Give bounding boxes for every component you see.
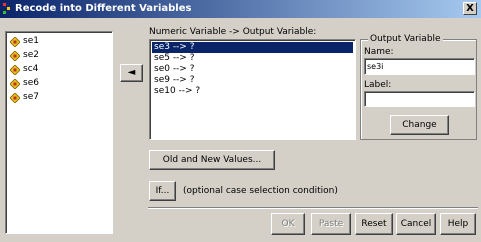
mapping-item[interactable]: se3 --> ? [152,42,353,53]
close-button[interactable]: X [463,2,477,15]
variable-name: se1 [23,36,39,46]
variable-name: sc4 [23,64,39,74]
numeric-variable-icon [10,65,20,75]
name-field-box [364,58,475,75]
variable-name: se2 [23,50,39,60]
if-condition-note: (optional case selection condition) [183,186,338,196]
recode-dialog: Recode into Different Variables X se1 se… [0,0,481,242]
variable-name: se7 [23,92,39,102]
output-name-input[interactable] [365,59,474,74]
separator [148,207,478,209]
source-variable-list[interactable]: se1 se2 sc4 se6 se7 [5,31,113,234]
reset-button[interactable]: Reset [355,213,393,235]
output-variable-group-title: Output Variable [368,34,443,44]
mapping-item[interactable]: se0 --> ? [152,64,195,75]
numeric-output-mapping-list[interactable]: se3 --> ? se5 --> ? se0 --> ? se9 --> ? … [149,39,356,140]
mapping-list-header: Numeric Variable -> Output Variable: [149,27,317,37]
name-label: Name: [364,47,394,57]
old-and-new-values-button[interactable]: Old and New Values... [149,150,275,170]
numeric-variable-icon [10,93,20,103]
close-icon: X [466,3,474,14]
label-field-box [364,91,475,107]
if-button[interactable]: If... [149,181,176,201]
title-bar[interactable]: Recode into Different Variables X [0,0,481,18]
label-label: Label: [364,80,392,90]
mapping-item[interactable]: se9 --> ? [152,75,195,86]
window-title: Recode into Different Variables [15,3,192,14]
output-label-input[interactable] [365,92,474,106]
move-variable-button[interactable]: ◄ [120,64,143,82]
help-button[interactable]: Help [440,213,476,235]
paste-button[interactable]: Paste [311,213,351,235]
cancel-button[interactable]: Cancel [396,213,436,235]
mapping-item[interactable]: se5 --> ? [152,53,195,64]
variable-name: se6 [23,78,39,88]
numeric-variable-icon [10,37,20,47]
arrow-left-icon: ◄ [127,67,136,78]
mapping-item[interactable]: se10 --> ? [152,86,200,97]
ok-button[interactable]: OK [271,213,305,235]
spss-app-icon [3,3,10,14]
numeric-variable-icon [10,79,20,89]
numeric-variable-icon [10,51,20,61]
change-button[interactable]: Change [390,115,449,135]
